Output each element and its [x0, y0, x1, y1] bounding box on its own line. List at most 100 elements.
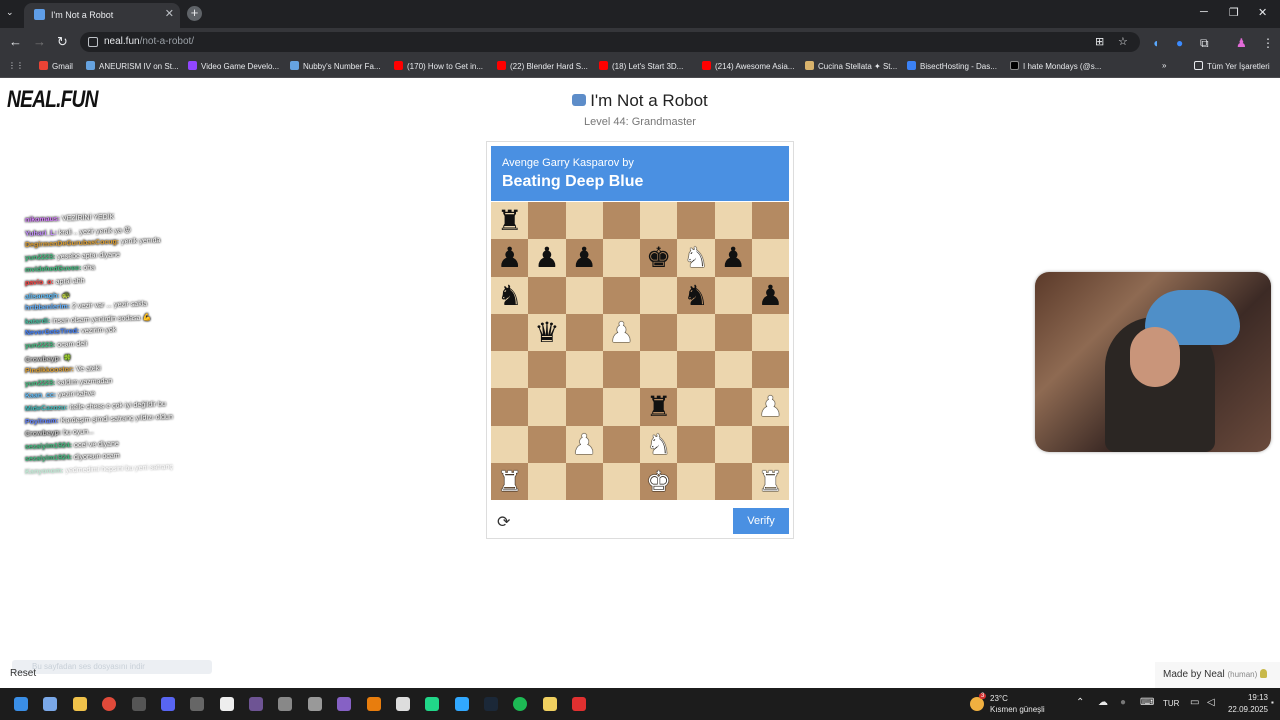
white-pawn-icon[interactable]: ♟	[752, 388, 789, 425]
bookmark-cucina[interactable]: Cucina Stellata ✦ St...	[805, 61, 897, 71]
visual-studio-icon[interactable]	[337, 697, 351, 711]
white-king-icon[interactable]: ♚	[640, 463, 677, 500]
board-square[interactable]	[528, 425, 566, 463]
discord-icon[interactable]	[161, 697, 175, 711]
volume-icon[interactable]: ◁	[1207, 697, 1215, 708]
bookmark-youtube-214[interactable]: (214) Awesome Asia...	[702, 61, 794, 71]
bookmark-star-icon[interactable]: ☆	[1118, 35, 1128, 48]
board-square[interactable]	[751, 425, 789, 463]
bookmark-bisecthosting[interactable]: BisectHosting - Das...	[907, 61, 997, 71]
board-square[interactable]	[677, 425, 715, 463]
chess-board[interactable]: ♜ ♟ ♟ ♟ ♚ ♞ ♟ ♞ ♞ ♟ ♛ ♟ ♜ ♟ ♟ ♞ ♜ ♚ ♜	[491, 202, 789, 500]
obs-icon[interactable]	[132, 697, 146, 711]
board-square[interactable]	[565, 351, 603, 389]
active-tab[interactable]: I'm Not a Robot ✕	[24, 3, 180, 28]
board-square[interactable]	[528, 202, 566, 240]
black-knight-icon[interactable]: ♞	[491, 277, 528, 314]
bookmark-youtube-22[interactable]: (22) Blender Hard S...	[497, 61, 588, 71]
menu-kebab-icon[interactable]: ⋮	[1262, 36, 1274, 50]
address-bar[interactable]: neal.fun/not-a-robot/ ⊞ ☆	[80, 32, 1140, 52]
white-rook-icon[interactable]: ♜	[491, 463, 528, 500]
board-square[interactable]	[677, 462, 715, 500]
board-square[interactable]	[528, 462, 566, 500]
board-square[interactable]	[565, 276, 603, 314]
white-pawn-icon[interactable]: ♟	[566, 426, 603, 463]
extension-blue-icon[interactable]: ●	[1176, 36, 1183, 50]
board-square[interactable]	[714, 202, 752, 240]
site-info-icon[interactable]	[88, 37, 98, 47]
chrome-icon[interactable]	[102, 697, 116, 711]
white-knight-icon[interactable]: ♞	[677, 239, 714, 276]
unreal-icon[interactable]	[220, 697, 234, 711]
spotify-icon[interactable]	[513, 697, 527, 711]
network-icon[interactable]: ▭	[1190, 697, 1199, 708]
extension-audio-icon[interactable]: ◖	[1152, 36, 1159, 50]
bookmarks-overflow-icon[interactable]: »	[1162, 61, 1166, 70]
bookmark-aneurism[interactable]: ANEURISM IV on St...	[86, 61, 179, 71]
file-explorer-icon[interactable]	[73, 697, 87, 711]
back-icon[interactable]: ←	[9, 34, 22, 49]
board-square[interactable]	[528, 276, 566, 314]
bookmark-youtube-18[interactable]: (18) Let's Start 3D...	[599, 61, 683, 71]
blender-icon[interactable]	[367, 697, 381, 711]
new-tab-button[interactable]: +	[187, 6, 202, 21]
black-pawn-icon[interactable]: ♟	[566, 239, 603, 276]
minimize-icon[interactable]: ─	[1200, 6, 1208, 18]
weather-icon[interactable]	[970, 697, 984, 711]
notification-icon[interactable]: ▪	[1271, 698, 1274, 707]
board-square[interactable]	[714, 351, 752, 389]
weather-desc[interactable]: Kısmen güneşli	[990, 705, 1045, 714]
black-pawn-icon[interactable]: ♟	[752, 277, 789, 314]
board-square[interactable]	[714, 313, 752, 351]
bookmark-video-game-dev[interactable]: Video Game Develo...	[188, 61, 279, 71]
board-square[interactable]	[640, 313, 678, 351]
black-king-icon[interactable]: ♚	[640, 239, 677, 276]
board-square[interactable]	[751, 313, 789, 351]
search-app-icon[interactable]	[190, 697, 204, 711]
board-square[interactable]	[565, 202, 603, 240]
white-rook-icon[interactable]: ♜	[752, 463, 789, 500]
language-indicator[interactable]: TUR	[1163, 699, 1179, 708]
bookmark-i-hate-mondays[interactable]: I hate Mondays (@s...	[1010, 61, 1101, 71]
board-square[interactable]	[677, 202, 715, 240]
board-square[interactable]	[602, 202, 640, 240]
pycharm-icon[interactable]	[425, 697, 439, 711]
made-by-badge[interactable]: Made by Neal (human)	[1155, 662, 1280, 688]
bookmark-gmail[interactable]: Gmail	[39, 61, 73, 71]
board-square[interactable]	[491, 425, 529, 463]
black-rook-icon[interactable]: ♜	[640, 388, 677, 425]
white-pawn-icon[interactable]: ♟	[603, 314, 640, 351]
board-square[interactable]	[714, 276, 752, 314]
black-knight-icon[interactable]: ♞	[677, 277, 714, 314]
mic-icon[interactable]: ●	[1120, 697, 1126, 708]
refresh-icon[interactable]: ⟳	[497, 512, 510, 532]
board-square[interactable]	[751, 351, 789, 389]
board-square[interactable]	[602, 462, 640, 500]
board-square[interactable]	[602, 351, 640, 389]
notepad-icon[interactable]	[396, 697, 410, 711]
board-square[interactable]	[565, 313, 603, 351]
tab-close-icon[interactable]: ✕	[165, 7, 174, 20]
board-square[interactable]	[491, 351, 529, 389]
verify-button[interactable]: Verify	[733, 508, 789, 534]
steam-icon[interactable]	[484, 697, 498, 711]
profile-icon[interactable]: ♟	[1236, 36, 1247, 50]
download-audio-bar[interactable]: Bu sayfadan ses dosyasını indir	[12, 660, 212, 674]
apps-grid-icon[interactable]: ⋮⋮	[8, 61, 24, 70]
board-square[interactable]	[602, 239, 640, 277]
reset-link[interactable]: Reset	[10, 668, 36, 679]
cloud-icon[interactable]: ☁	[1098, 697, 1108, 708]
clock-time[interactable]: 19:13	[1230, 693, 1268, 702]
board-square[interactable]	[528, 388, 566, 426]
all-bookmarks-folder[interactable]: Tüm Yer İşaretleri	[1194, 61, 1270, 71]
start-icon[interactable]	[14, 697, 28, 711]
board-square[interactable]	[602, 276, 640, 314]
board-square[interactable]	[565, 462, 603, 500]
weather-temp[interactable]: 23°C	[990, 694, 1008, 703]
tray-chevron-icon[interactable]: ⌃	[1076, 697, 1084, 708]
board-square[interactable]	[640, 351, 678, 389]
forward-icon[interactable]: →	[33, 34, 46, 49]
window-close-icon[interactable]: ✕	[1258, 6, 1267, 19]
recorder-icon[interactable]	[572, 697, 586, 711]
extensions-puzzle-icon[interactable]: ⧉	[1200, 36, 1209, 51]
